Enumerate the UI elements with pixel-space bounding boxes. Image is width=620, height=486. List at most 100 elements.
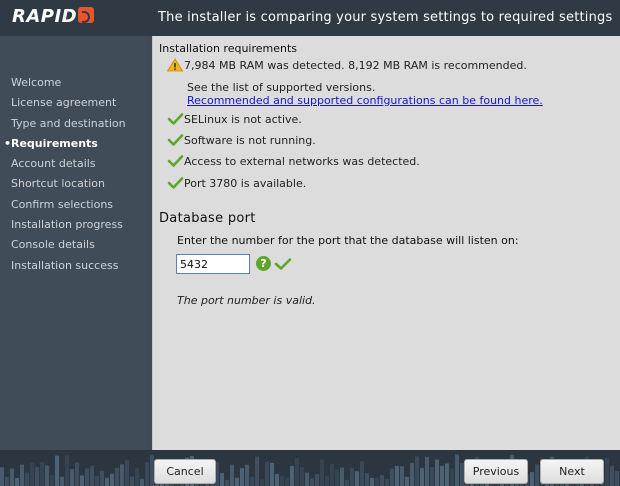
decorative-bar: [55, 455, 59, 486]
decorative-bar: [105, 477, 109, 486]
decorative-bar: [530, 472, 534, 486]
next-button[interactable]: Next: [540, 459, 604, 484]
decorative-bar: [100, 470, 104, 486]
software-row: Software is not running.: [167, 133, 316, 149]
decorative-bar: [440, 465, 444, 486]
ram-sub-text: See the list of supported versions.: [187, 81, 376, 94]
ram-warning-row: 7,984 MB RAM was detected. 8,192 MB RAM …: [167, 58, 527, 74]
active-step-bullet: •: [4, 136, 12, 150]
step-license-agreement: License agreement: [11, 96, 117, 110]
decorative-bar: [430, 467, 434, 486]
step-nav: Welcome License agreement Type and desti…: [0, 73, 126, 276]
database-port-input[interactable]: [176, 254, 250, 274]
decorative-bar: [35, 467, 39, 486]
decorative-bar: [280, 475, 284, 486]
decorative-bar: [605, 457, 609, 486]
decorative-bar: [0, 467, 4, 486]
selinux-text: SELinux is not active.: [184, 113, 302, 126]
decorative-bar: [610, 466, 614, 486]
step-requirements: •Requirements: [0, 134, 126, 154]
main-panel: Installation requirements 7,984 MB RAM w…: [152, 36, 620, 450]
decorative-bar: [60, 476, 64, 486]
check-icon: [274, 258, 292, 270]
network-row: Access to external networks was detected…: [167, 154, 420, 170]
decorative-bar: [30, 462, 34, 486]
step-account-details: Account details: [11, 157, 96, 171]
logo-text: RAPID: [12, 6, 78, 27]
decorative-bar: [315, 474, 319, 486]
decorative-bar: [15, 477, 19, 486]
decorative-bar: [135, 468, 139, 486]
decorative-bar: [230, 464, 234, 486]
port-row: Port 3780 is available.: [167, 176, 306, 192]
decorative-bar: [325, 475, 329, 486]
decorative-bar: [395, 465, 399, 486]
decorative-bar: [255, 456, 259, 486]
decorative-bar: [535, 464, 539, 486]
decorative-bar: [375, 477, 379, 486]
step-welcome: Welcome: [11, 76, 62, 89]
decorative-bar: [125, 460, 129, 486]
software-text: Software is not running.: [184, 134, 316, 147]
decorative-bar: [345, 479, 349, 486]
logo-mark-icon: [78, 7, 95, 23]
decorative-bar: [295, 458, 299, 486]
selinux-row: SELinux is not active.: [167, 112, 302, 128]
sidebar: Welcome License agreement Type and desti…: [0, 36, 146, 450]
decorative-bar: [320, 459, 324, 486]
decorative-bar: [290, 466, 294, 486]
previous-button[interactable]: Previous: [464, 459, 528, 484]
decorative-bar: [20, 464, 24, 486]
decorative-bar: [50, 475, 54, 486]
decorative-bar: [335, 469, 339, 486]
check-icon: [167, 155, 184, 167]
decorative-bar: [260, 479, 264, 486]
decorative-bar: [450, 468, 454, 486]
decorative-bar: [10, 468, 14, 486]
decorative-bar: [400, 466, 404, 486]
cancel-button[interactable]: Cancel: [154, 459, 216, 484]
decorative-bar: [85, 468, 89, 486]
help-icon[interactable]: ?: [256, 256, 271, 271]
decorative-bar: [110, 473, 114, 486]
decorative-bar: [380, 475, 384, 486]
requirements-title: Installation requirements: [159, 42, 298, 55]
port-valid-message: The port number is valid.: [177, 294, 316, 307]
rapid7-logo: RAPID: [12, 6, 95, 27]
step-installation-success: Installation success: [11, 258, 119, 272]
decorative-bar: [425, 456, 429, 486]
decorative-bar: [250, 476, 254, 486]
database-port-prompt: Enter the number for the port that the d…: [177, 234, 519, 247]
supported-configurations-link[interactable]: Recommended and supported configurations…: [187, 94, 543, 107]
decorative-bar: [145, 462, 149, 486]
step-type-and-destination: Type and destination: [11, 116, 126, 130]
decorative-bar: [365, 473, 369, 486]
decorative-bar: [65, 455, 69, 486]
decorative-bar: [235, 477, 239, 486]
decorative-bar: [360, 461, 364, 486]
decorative-bar: [25, 472, 29, 486]
decorative-bar: [115, 467, 119, 486]
decorative-bar: [75, 462, 79, 486]
decorative-bar: [300, 467, 304, 486]
decorative-bar: [305, 472, 309, 486]
decorative-bar: [245, 464, 249, 486]
decorative-bar: [70, 469, 74, 486]
step-shortcut-location: Shortcut location: [11, 177, 105, 191]
decorative-bar: [40, 462, 44, 486]
decorative-bar: [140, 478, 144, 486]
decorative-bar: [5, 476, 9, 486]
decorative-bar: [405, 476, 409, 486]
decorative-bar: [455, 454, 459, 486]
decorative-bar: [420, 468, 424, 486]
decorative-bar: [445, 463, 449, 486]
decorative-bar: [330, 463, 334, 486]
decorative-bar: [285, 477, 289, 486]
decorative-bar: [275, 474, 279, 486]
warning-icon: [167, 58, 184, 72]
network-text: Access to external networks was detected…: [184, 155, 420, 168]
port-text: Port 3780 is available.: [184, 177, 307, 190]
decorative-bar: [90, 465, 94, 486]
database-port-title: Database port: [159, 211, 256, 226]
decorative-bar: [80, 475, 84, 486]
